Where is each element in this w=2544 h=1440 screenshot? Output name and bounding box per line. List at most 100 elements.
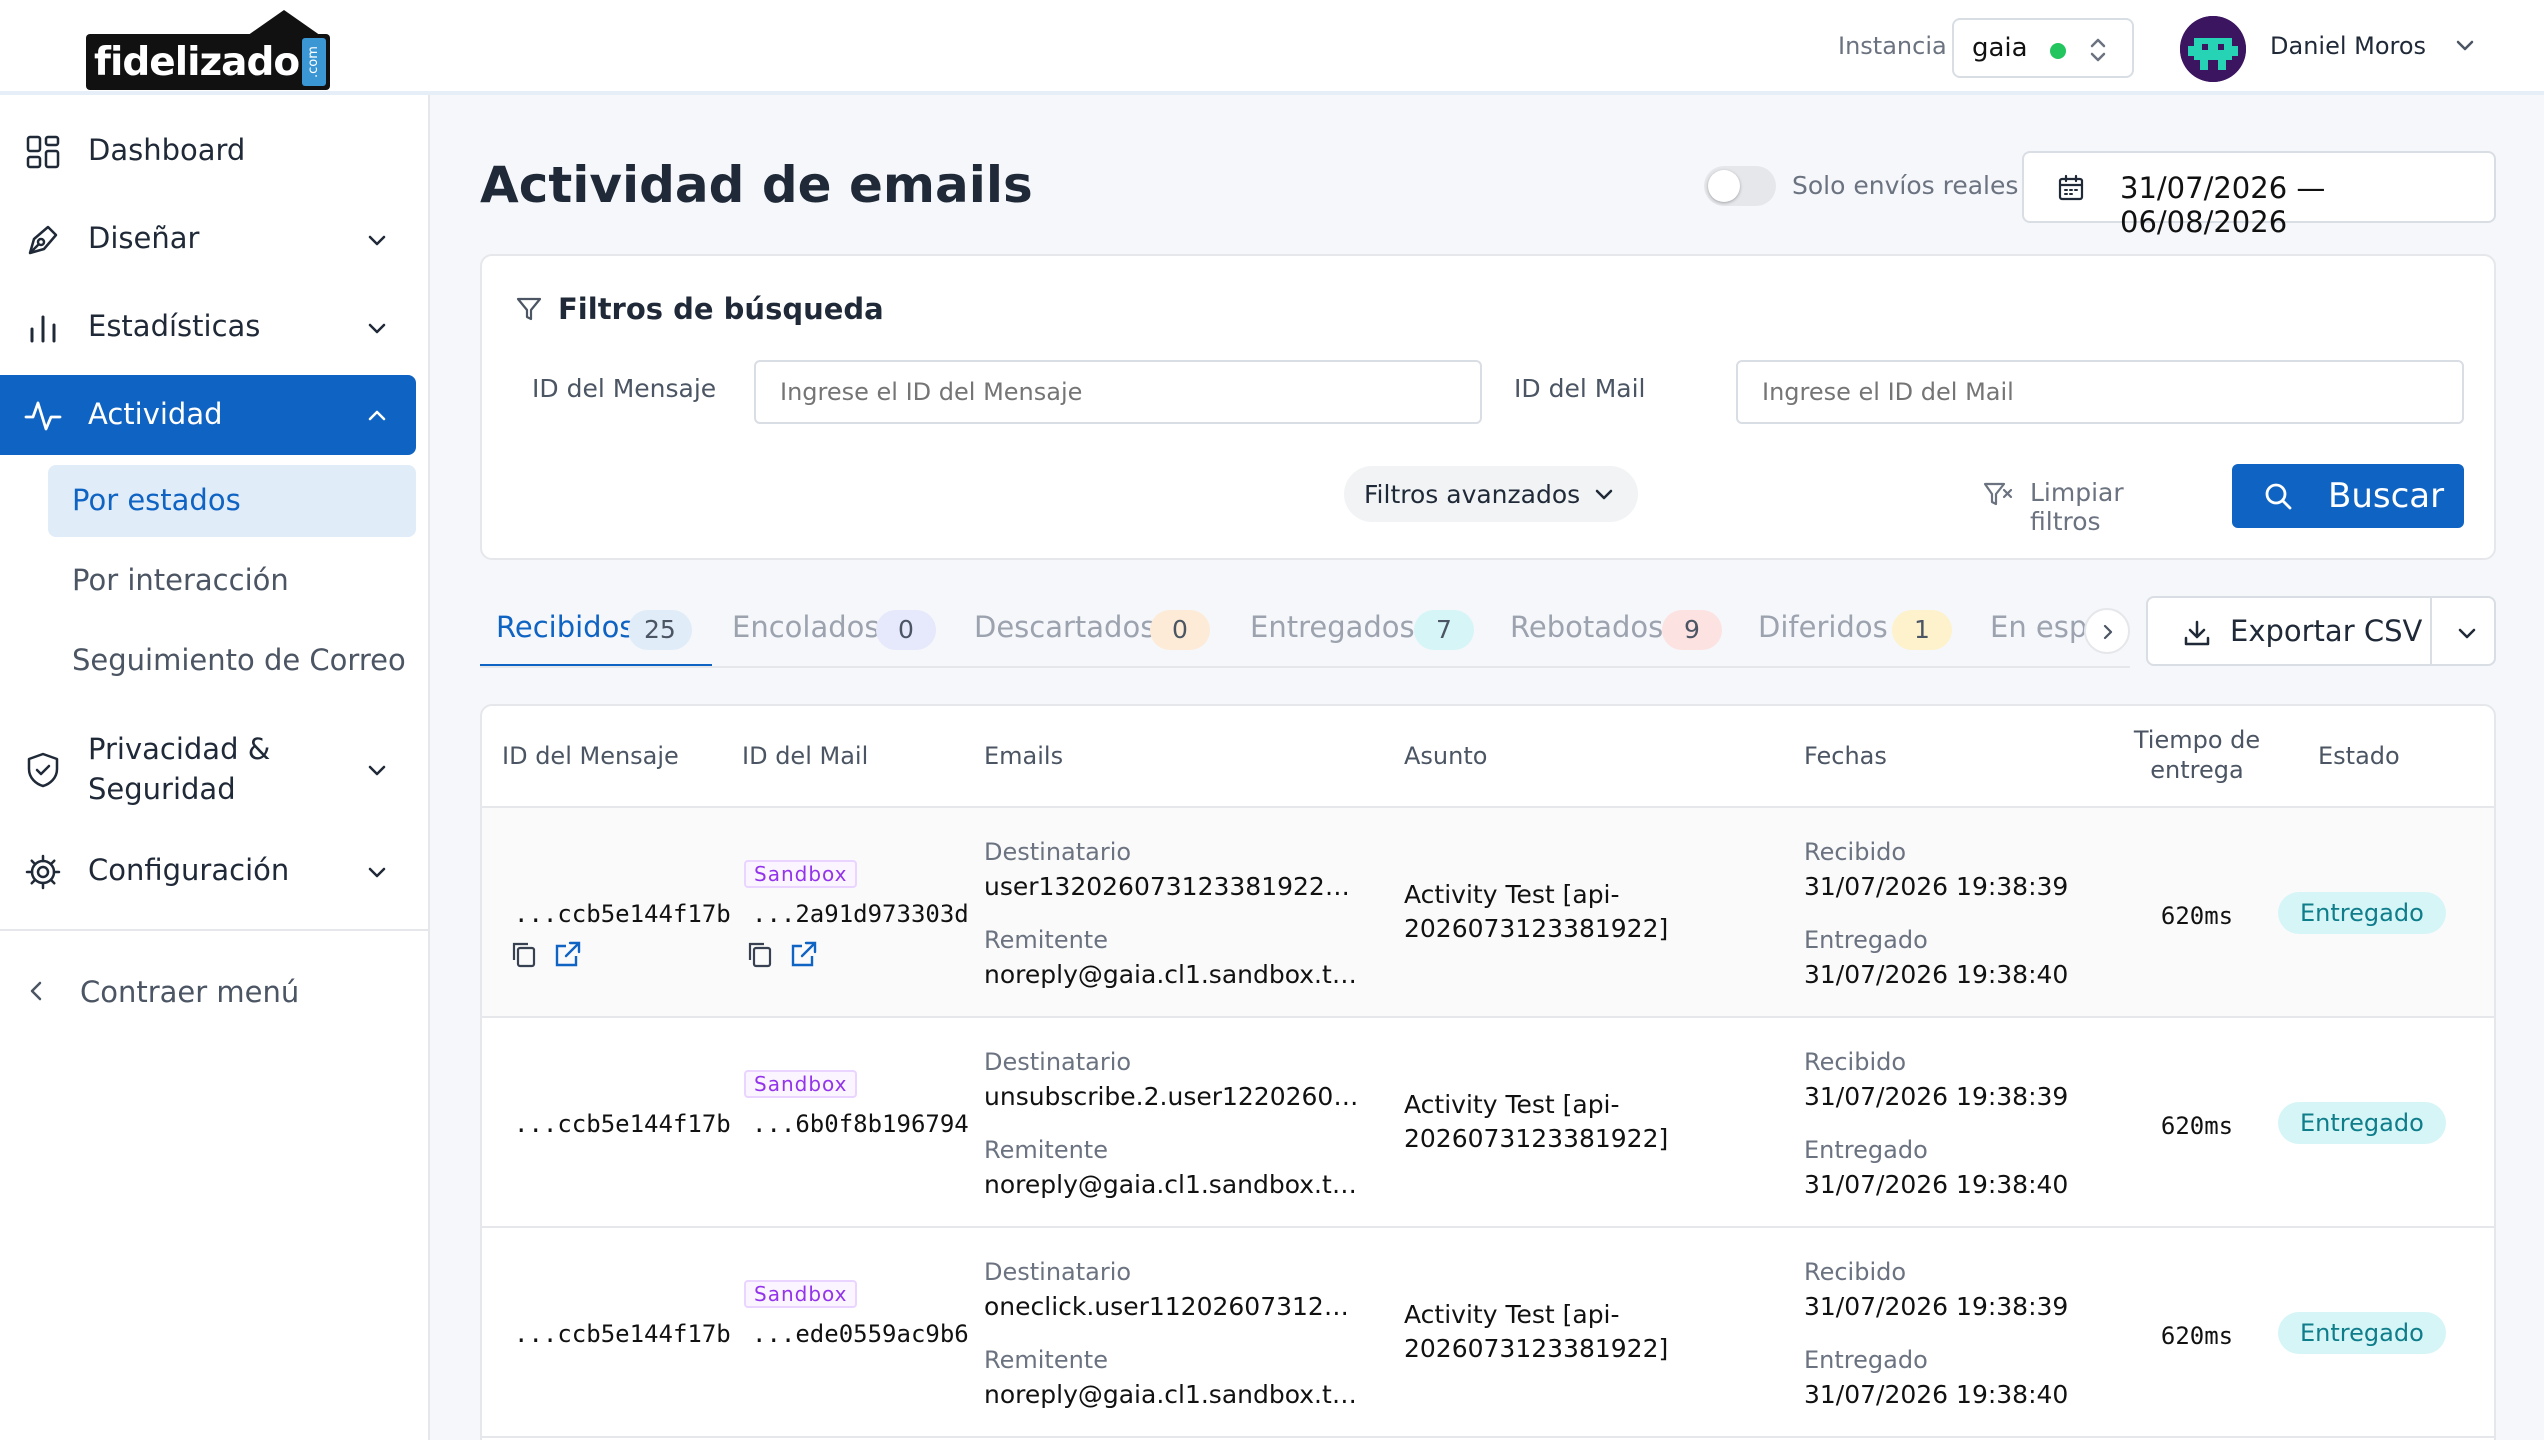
- date-range-value: 31/07/2026 — 06/08/2026: [2120, 171, 2326, 239]
- sidebar-item-actividad[interactable]: Actividad: [0, 375, 416, 455]
- tab-encolados[interactable]: Encolados 0: [716, 598, 948, 666]
- calendar-icon: [2058, 174, 2084, 201]
- search-filters-card: Filtros de búsqueda ID del Mensaje ID de…: [480, 254, 2496, 560]
- sidebar-item-label: Estadísticas: [88, 309, 261, 343]
- tab-rebotados[interactable]: Rebotados 9: [1494, 598, 1738, 666]
- table-row[interactable]: ...ccb5e144f17b Sandbox ...ede0559ac9b6 …: [482, 1228, 2494, 1438]
- tab-entregados[interactable]: Entregados 7: [1234, 598, 1490, 666]
- chevron-down-icon[interactable]: [2454, 620, 2480, 646]
- header-dates[interactable]: Fechas: [1804, 742, 1887, 770]
- bar-chart-icon: [30, 315, 56, 343]
- tab-count-badge: 1: [1892, 610, 1952, 650]
- tabs-scroll-right-button[interactable]: [2084, 608, 2130, 654]
- recipient-label: Destinatario: [984, 838, 1132, 866]
- sender-label: Remitente: [984, 1136, 1108, 1164]
- status-badge: Entregado: [2278, 1312, 2446, 1354]
- clear-filters-button[interactable]: Limpiar filtros: [1982, 468, 2202, 536]
- tab-descartados[interactable]: Descartados 0: [958, 598, 1228, 666]
- tab-diferidos[interactable]: Diferidos 1: [1742, 598, 1970, 666]
- sidebar-subitem-por-interaccion[interactable]: Por interacción: [48, 545, 416, 617]
- filter-icon: [516, 297, 542, 321]
- instance-select[interactable]: gaia: [1952, 18, 2134, 78]
- tab-label: Recibidos: [496, 610, 635, 644]
- chevron-down-icon: [368, 235, 386, 246]
- message-id-cell: ...ccb5e144f17b: [514, 1110, 731, 1138]
- sidebar-item-label: Actividad: [88, 397, 223, 431]
- sidebar-item-label: Configuración: [88, 853, 290, 887]
- tab-label: Diferidos: [1758, 610, 1888, 644]
- chevron-down-icon: [1595, 489, 1613, 500]
- chevron-down-icon: [368, 867, 386, 878]
- delivered-label: Entregado: [1804, 1346, 1928, 1374]
- subject-cell: Activity Test [api-2026073123381922]: [1404, 1300, 1669, 1363]
- header-message-id[interactable]: ID del Mensaje: [502, 742, 679, 770]
- search-button[interactable]: Buscar: [2232, 464, 2464, 528]
- sidebar-subitem-label: Por estados: [72, 483, 241, 517]
- sidebar-item-disenar[interactable]: Diseñar: [0, 199, 416, 279]
- sidebar-item-label: Privacidad & Seguridad: [88, 732, 271, 806]
- tab-count-badge: 7: [1414, 610, 1474, 650]
- clear-filters-label: Limpiar filtros: [2030, 478, 2124, 536]
- real-sends-toggle[interactable]: [1704, 166, 1776, 206]
- recipient-value: user132026073123381922@bla...: [984, 872, 1364, 901]
- export-csv-button[interactable]: Exportar CSV: [2146, 596, 2496, 666]
- sidebar-item-estadisticas[interactable]: Estadísticas: [0, 287, 416, 367]
- sidebar-subitem-por-estados[interactable]: Por estados: [48, 465, 416, 537]
- sidebar-item-label: Dashboard: [88, 133, 246, 167]
- shield-check-icon: [27, 752, 59, 788]
- sandbox-badge: Sandbox: [744, 860, 858, 888]
- sidebar-item-dashboard[interactable]: Dashboard: [0, 111, 416, 191]
- delivery-time-cell: 620ms: [2160, 1112, 2234, 1140]
- sidebar-divider: [0, 929, 430, 931]
- tab-label: Encolados: [732, 610, 880, 644]
- table-row[interactable]: ...ccb5e144f17b Sandbox ...2a91d973303d: [482, 808, 2494, 1018]
- delivery-time-cell: 620ms: [2160, 902, 2234, 930]
- message-id-cell: ...ccb5e144f17b: [514, 900, 731, 928]
- external-link-icon[interactable]: [552, 938, 584, 970]
- message-id-label: ID del Mensaje: [532, 374, 717, 403]
- header-emails[interactable]: Emails: [984, 742, 1063, 770]
- tab-label: Entregados: [1250, 610, 1415, 644]
- date-range-picker[interactable]: 31/07/2026 — 06/08/2026: [2022, 151, 2496, 239]
- collapse-menu-button[interactable]: Contraer menú: [0, 951, 416, 1031]
- tab-recibidos[interactable]: Recibidos 25: [480, 598, 712, 666]
- delivered-label: Entregado: [1804, 1136, 1928, 1164]
- fidelizador-logo[interactable]: fidelizador .com: [86, 10, 330, 90]
- sidebar-item-privacidad[interactable]: Privacidad & Seguridad: [0, 721, 416, 817]
- tab-count-badge: 0: [1150, 610, 1210, 650]
- sidebar-subitem-seguimiento[interactable]: Seguimiento de Correo: [48, 625, 416, 697]
- sender-label: Remitente: [984, 1346, 1108, 1374]
- tab-label: Descartados: [974, 610, 1156, 644]
- delivered-value: 31/07/2026 19:38:40: [1804, 1380, 2069, 1409]
- delivery-time-cell: 620ms: [2160, 1322, 2234, 1350]
- mail-id-input[interactable]: [1736, 360, 2464, 424]
- select-arrows-icon: [2090, 38, 2106, 62]
- sandbox-badge: Sandbox: [744, 1280, 858, 1308]
- external-link-icon[interactable]: [788, 938, 820, 970]
- mail-id-cell: ...6b0f8b196794: [752, 1110, 969, 1138]
- toggle-knob: [1708, 170, 1740, 202]
- chevron-down-icon[interactable]: [2452, 32, 2478, 58]
- user-avatar[interactable]: [2180, 16, 2246, 82]
- header-status[interactable]: Estado: [2318, 742, 2400, 770]
- copy-icon[interactable]: [508, 938, 540, 970]
- header-subject[interactable]: Asunto: [1404, 742, 1487, 770]
- recipient-value: oneclick.user112026073123381...: [984, 1292, 1364, 1321]
- sidebar-item-configuracion[interactable]: Configuración: [0, 831, 416, 911]
- header-mail-id[interactable]: ID del Mail: [742, 742, 868, 770]
- advanced-filters-label: Filtros avanzados: [1364, 480, 1581, 509]
- user-name[interactable]: Daniel Moros: [2270, 32, 2426, 60]
- subject-cell: Activity Test [api-2026073123381922]: [1404, 1090, 1669, 1153]
- delivered-value: 31/07/2026 19:38:40: [1804, 960, 2069, 989]
- table-row[interactable]: ...ccb5e144f17b Sandbox ...6b0f8b196794 …: [482, 1018, 2494, 1228]
- received-label: Recibido: [1804, 838, 1907, 866]
- message-id-input[interactable]: [754, 360, 1482, 424]
- message-id-cell: ...ccb5e144f17b: [514, 1320, 731, 1348]
- split-divider: [2430, 598, 2432, 664]
- dashboard-icon: [26, 135, 60, 169]
- mail-id-label: ID del Mail: [1514, 374, 1646, 403]
- advanced-filters-button[interactable]: Filtros avanzados: [1344, 466, 1638, 522]
- header-delivery-time-line1[interactable]: Tiempo de: [2106, 726, 2288, 754]
- sender-value: noreply@gaia.cl1.sandbox.test: [984, 1170, 1364, 1199]
- copy-icon[interactable]: [744, 938, 776, 970]
